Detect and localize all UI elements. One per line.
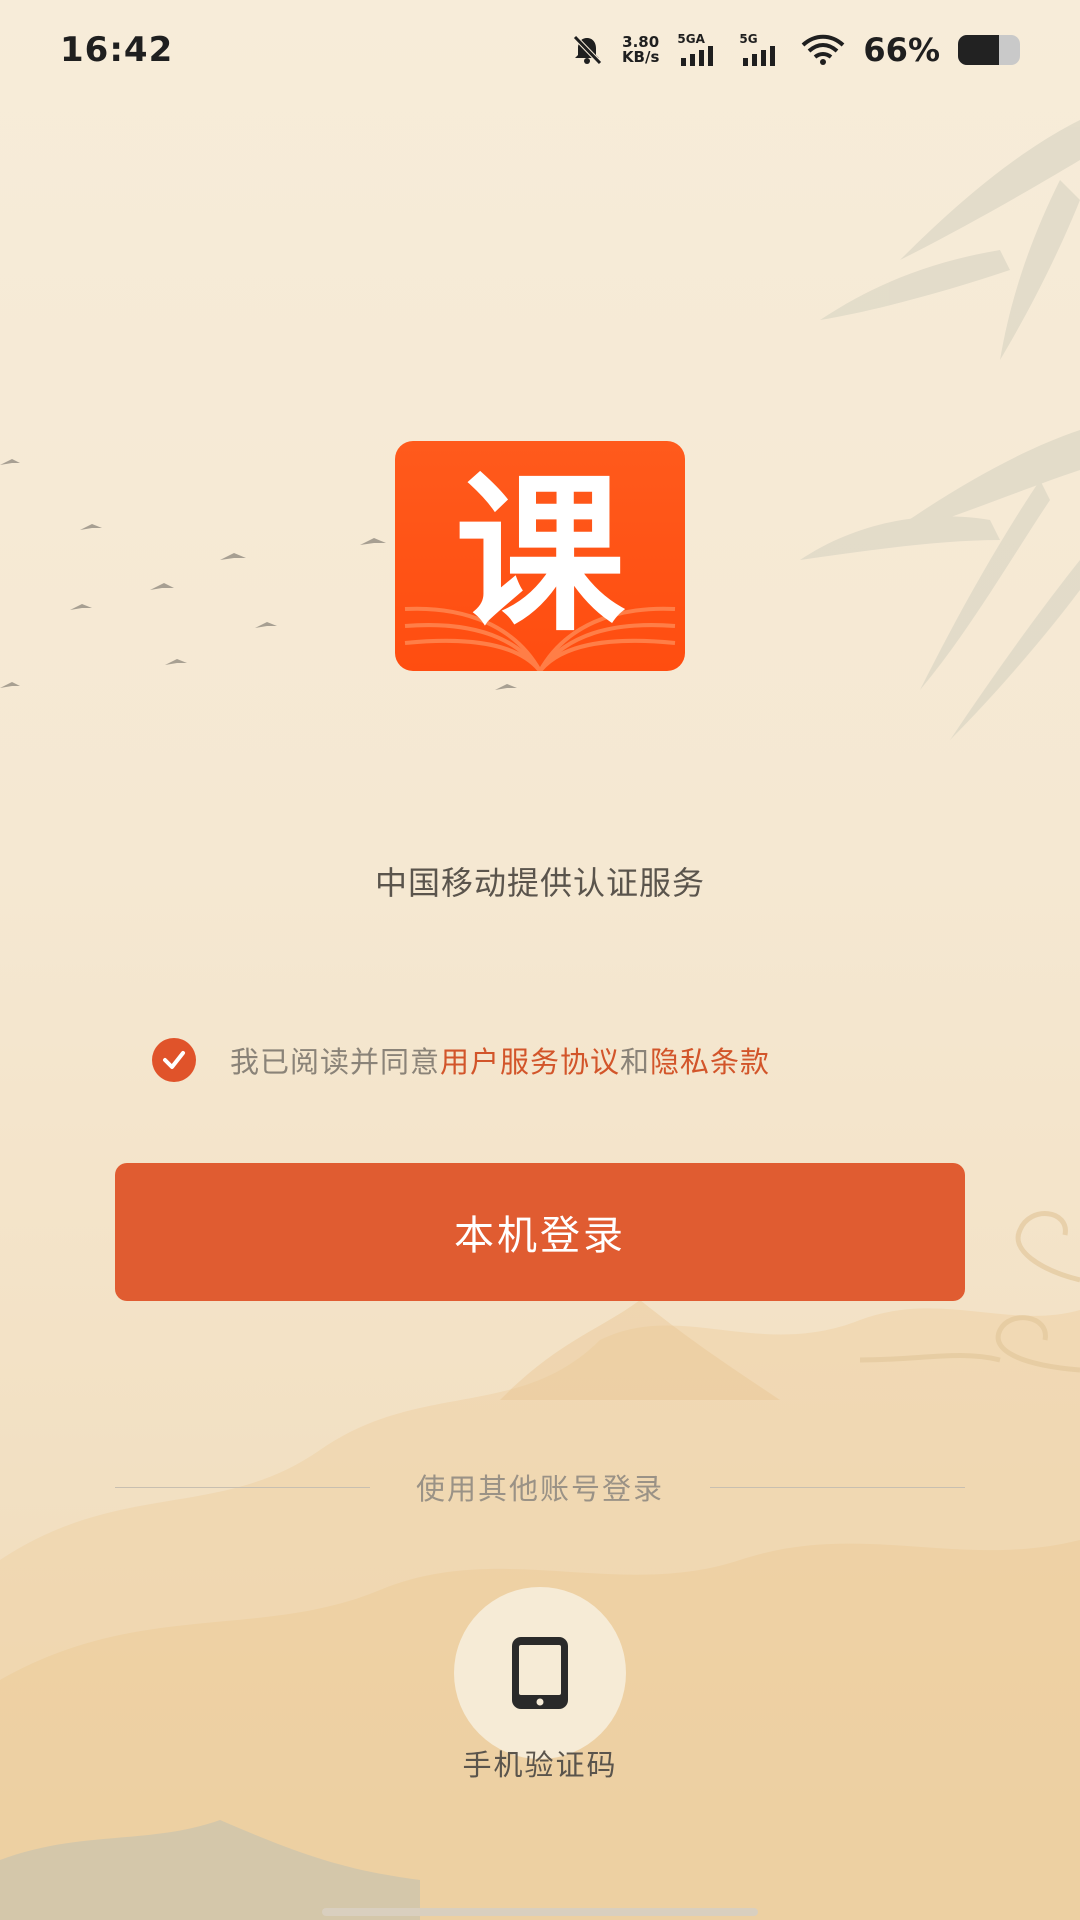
- sim2-signal-icon: 5G: [739, 32, 783, 68]
- battery-level-fill: [958, 35, 999, 65]
- phone-code-login-button[interactable]: [454, 1587, 626, 1759]
- battery-percent: 66%: [863, 31, 940, 69]
- privacy-policy-link[interactable]: 隐私条款: [650, 1045, 770, 1079]
- agreement-conjunction: 和: [620, 1045, 651, 1079]
- status-bar: 16:42 3.80 KB/s 5GA 5G 66%: [0, 0, 1080, 100]
- wifi-icon: [802, 34, 845, 65]
- divider-line-left: [115, 1486, 370, 1488]
- network-speed: 3.80 KB/s: [622, 35, 659, 65]
- phone-code-label: 手机验证码: [462, 1748, 618, 1782]
- other-login-divider: 使用其他账号登录: [115, 1462, 966, 1512]
- sim2-label: 5G: [739, 32, 758, 46]
- sim1-label: 5GA: [677, 32, 705, 46]
- bell-muted-icon: [573, 35, 602, 65]
- agreement-checkbox[interactable]: [152, 1038, 196, 1082]
- agreement-row: 我已阅读并同意用户服务协议和隐私条款: [152, 1036, 770, 1084]
- user-agreement-link[interactable]: 用户服务协议: [440, 1045, 620, 1079]
- battery-icon: [958, 35, 1020, 65]
- auth-provider-text: 中国移动提供认证服务: [374, 864, 705, 902]
- status-time: 16:42: [60, 30, 174, 70]
- smartphone-icon: [512, 1637, 568, 1709]
- divider-line-right: [710, 1486, 966, 1488]
- agreement-prefix: 我已阅读并同意: [230, 1045, 441, 1079]
- status-icons: 3.80 KB/s 5GA 5G 66%: [570, 31, 1020, 69]
- agreement-text: 我已阅读并同意用户服务协议和隐私条款: [230, 1039, 770, 1081]
- network-speed-unit: KB/s: [621, 48, 660, 66]
- logo-character: 课: [454, 457, 625, 655]
- one-tap-login-button[interactable]: 本机登录: [115, 1163, 965, 1301]
- login-screen: 16:42 3.80 KB/s 5GA 5G 66% 课 中国移动提供认证服务 …: [0, 0, 1080, 1920]
- sim1-signal-icon: 5GA: [677, 32, 721, 68]
- checkmark-icon: [163, 1051, 185, 1069]
- other-login-title: 使用其他账号登录: [416, 1472, 665, 1506]
- app-logo: 课: [395, 441, 685, 671]
- home-indicator[interactable]: [322, 1908, 758, 1916]
